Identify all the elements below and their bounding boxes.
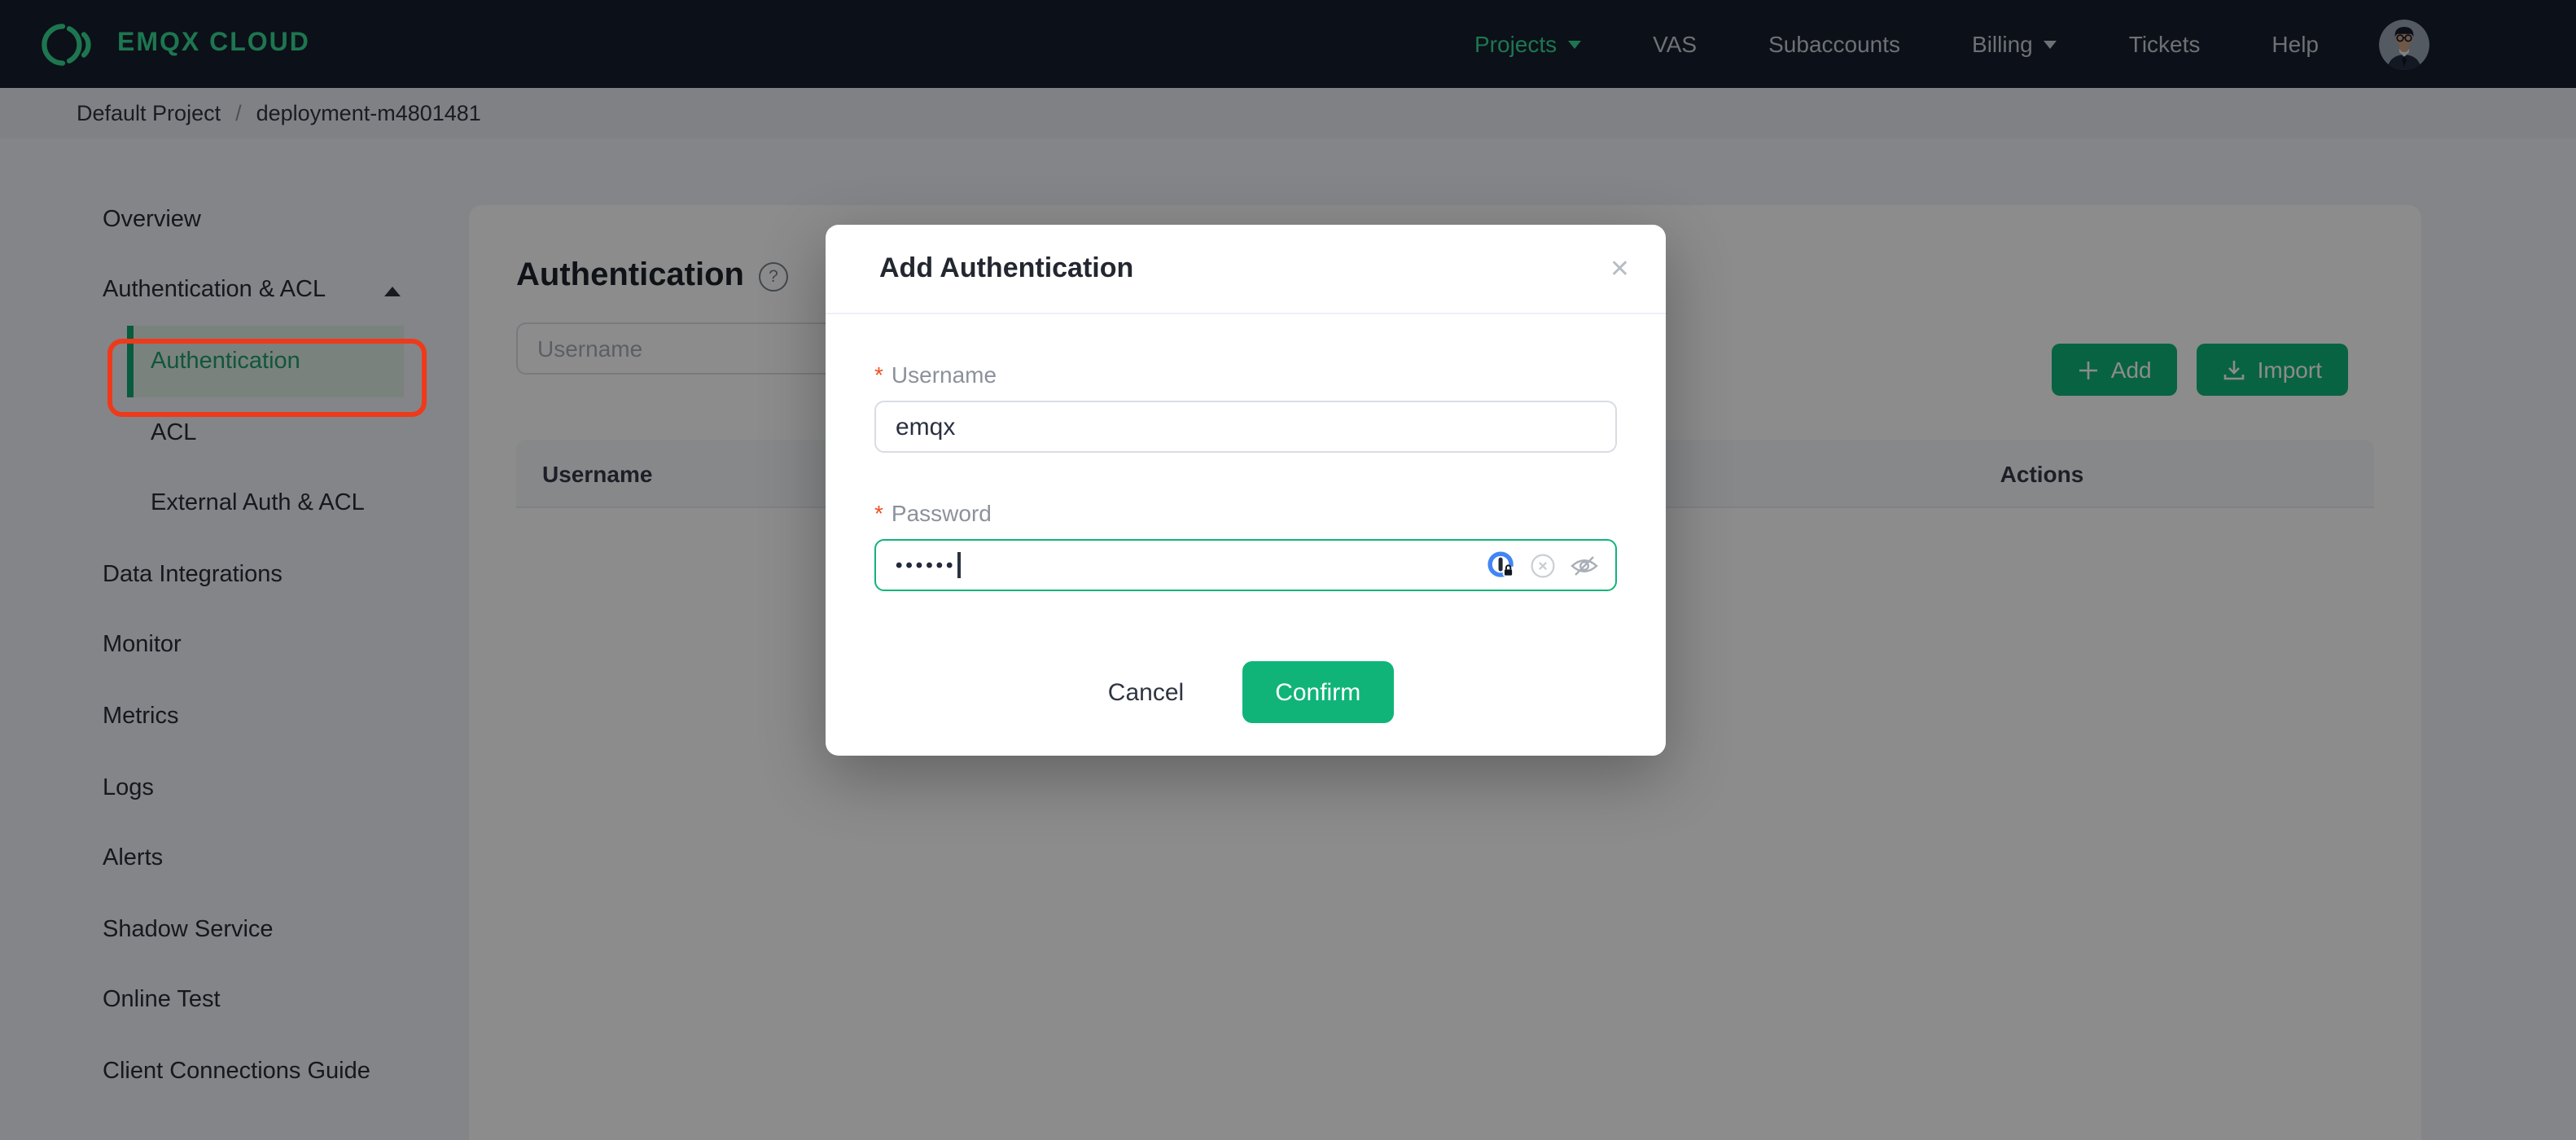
cancel-button[interactable]: Cancel [1098,677,1194,708]
confirm-button[interactable]: Confirm [1242,661,1394,723]
password-field-label: * Password [874,500,992,526]
required-asterisk: * [874,500,883,526]
username-field[interactable] [874,401,1617,453]
emqx-cloud-console: EMQX CLOUD Projects VAS Subaccounts Bill… [0,0,2576,1140]
dialog-title: Add Authentication [879,252,1134,283]
password-field[interactable]: •••••• [874,539,1617,591]
password-manager-icon[interactable] [1487,550,1516,580]
password-masked-value: •••••• [896,554,957,577]
add-authentication-dialog: Add Authentication ✕ * Username * Passwo… [826,225,1666,756]
close-icon[interactable]: ✕ [1610,256,1630,281]
text-cursor [957,552,961,578]
required-asterisk: * [874,362,883,388]
clear-input-icon[interactable] [1531,553,1555,577]
toggle-password-visibility-icon[interactable] [1570,553,1599,577]
username-field-label: * Username [874,362,997,388]
